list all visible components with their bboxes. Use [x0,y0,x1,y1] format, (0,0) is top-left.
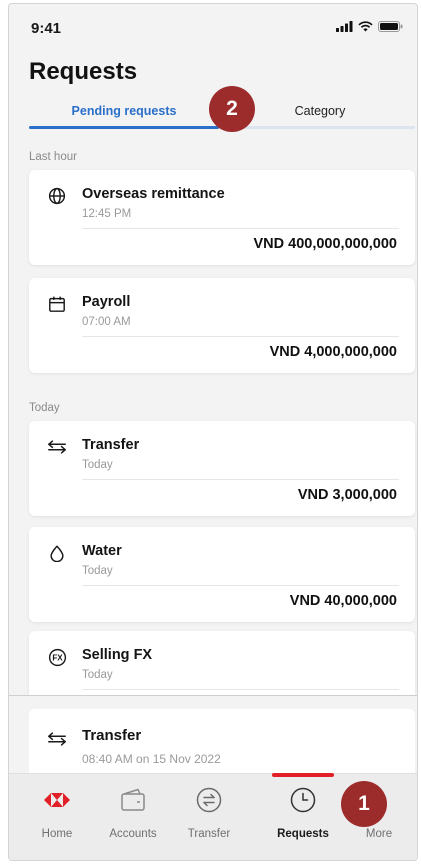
status-bar: 9:41 [9,4,417,48]
section-label-today: Today [29,402,60,414]
svg-text:FX: FX [52,653,63,662]
home-logo-icon [43,786,71,814]
nav-home[interactable]: Home [22,774,92,860]
transfer-arrows-icon [47,729,67,749]
tab-pending-requests[interactable]: Pending requests [29,96,219,126]
nav-accounts[interactable]: Accounts [98,774,168,860]
transfer-arrows-icon [47,437,67,457]
request-time: Today [82,459,113,471]
section-label-last-hour: Last hour [29,151,77,163]
status-time: 9:41 [31,20,62,37]
request-time: 12:45 PM [82,208,132,220]
globe-icon [47,186,67,206]
card-divider [82,689,399,690]
wallet-icon [119,786,147,814]
request-card[interactable]: Overseas remittance 12:45 PM VND 400,000… [29,170,415,265]
nav-requests[interactable]: Requests [268,773,338,860]
nav-label: Requests [277,828,329,840]
request-card[interactable]: Water Today VND 40,000,000 [29,527,415,622]
recent-transfer-card[interactable]: Transfer 08:40 AM on 15 Nov 2022 [29,709,415,773]
transfer-circle-icon [195,786,223,814]
request-amount: VND 3,000,000 [297,487,397,503]
nav-label: Accounts [109,828,157,840]
request-time: Today [82,565,113,577]
card-divider [82,228,399,229]
annotation-badge-more: 1 [341,781,387,827]
request-title: Overseas remittance [82,186,225,202]
request-title: Transfer [82,437,140,453]
card-divider [82,336,399,337]
nav-label: Home [41,828,73,840]
nav-label: Transfer [187,828,231,840]
annotation-badge-tabs: 2 [209,86,255,132]
request-time: 07:00 AM [82,316,131,328]
nav-label: More [365,828,393,840]
request-amount: VND 400,000,000,000 [253,236,398,252]
request-title: Payroll [82,294,131,310]
request-title: Selling FX [82,647,153,663]
calendar-icon [47,294,67,314]
water-drop-icon [47,543,67,563]
card-divider [82,479,399,480]
battery-icon [378,21,403,32]
request-title: Water [82,543,122,559]
wifi-icon [358,21,373,32]
tab-active-indicator [29,126,219,129]
page-title: Requests [29,58,138,85]
clock-icon [289,786,317,814]
request-time: Today [82,669,113,681]
nav-active-indicator [272,773,334,777]
request-card[interactable]: Transfer Today VND 3,000,000 [29,421,415,516]
phone-screen: 9:41 Requests Pending requests Category [8,3,418,861]
card-divider [82,585,399,586]
status-icons [336,21,403,32]
nav-transfer[interactable]: Transfer [174,774,244,860]
sheet-title: Transfer [82,727,142,744]
sheet-time: 08:40 AM on 15 Nov 2022 [82,752,221,766]
sheet-edge [9,695,417,707]
signal-icon [336,21,353,32]
fx-icon: FX [47,647,67,667]
request-card[interactable]: Payroll 07:00 AM VND 4,000,000,000 [29,278,415,373]
request-amount: VND 40,000,000 [289,593,397,609]
request-amount: VND 4,000,000,000 [269,344,397,360]
